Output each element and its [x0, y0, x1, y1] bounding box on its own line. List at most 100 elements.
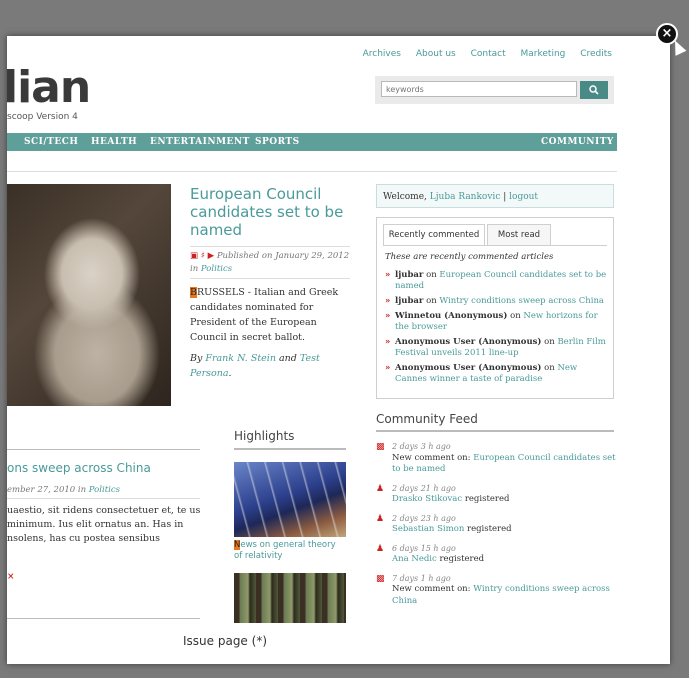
divider: [234, 448, 346, 450]
highlight-image[interactable]: [234, 573, 346, 623]
comment-author: Winnetou (Anonymous): [395, 311, 508, 321]
close-icon: ×: [661, 26, 673, 41]
user-icon: ♟: [376, 483, 385, 494]
divider: [7, 498, 200, 499]
feed-item: ♟ 6 days 15 h ago Ana Nedic registered: [376, 543, 616, 566]
double-arrow-icon: »: [385, 363, 391, 373]
search-button[interactable]: [580, 81, 608, 99]
feed-item: ♟ 2 days 23 h ago Sebastian Simon regist…: [376, 513, 616, 536]
hero-section-link[interactable]: Politics: [201, 264, 232, 274]
close-small-icon[interactable]: ×: [7, 572, 15, 582]
nav-item-community[interactable]: COMMUNITY: [541, 137, 614, 147]
feed-time: 6 days 15 h ago: [392, 543, 456, 553]
feed-item: ▩ 7 days 1 h ago New comment on: Wintry …: [376, 573, 616, 608]
comment-author: Anonymous User (Anonymous): [395, 363, 542, 373]
top-link-archives[interactable]: Archives: [363, 49, 401, 59]
feed-suffix: registered: [439, 554, 485, 564]
divider: [383, 245, 607, 246]
top-link-credits[interactable]: Credits: [580, 49, 612, 59]
top-links: Archives About us Contact Marketing Cred…: [351, 49, 612, 59]
search-input[interactable]: [381, 81, 577, 97]
user-icon: ♟: [376, 513, 385, 524]
tab-most-read[interactable]: Most read: [487, 224, 551, 245]
user-icon: ♟: [376, 543, 385, 554]
top-link-about[interactable]: About us: [416, 49, 456, 59]
highlights-title: Highlights: [234, 429, 295, 443]
on-text: on: [544, 337, 555, 347]
hero-body-text: RUSSELS - Italian and Greek candidates n…: [190, 287, 339, 343]
site-logo[interactable]: lian: [7, 66, 91, 110]
comment-icon: ▩: [376, 442, 385, 452]
welcome-text: Welcome,: [383, 192, 427, 202]
nav-item-health[interactable]: HEALTH: [91, 137, 137, 147]
article-link[interactable]: Wintry conditions sweep across China: [439, 296, 604, 306]
camera-icon: ▣: [190, 251, 199, 261]
divider: [190, 246, 350, 247]
double-arrow-icon: »: [385, 296, 391, 306]
divider: [7, 449, 200, 450]
byline-and: and: [278, 353, 297, 364]
on-text: on: [426, 270, 437, 280]
mouse-cursor-icon: [669, 38, 687, 56]
welcome-box: Welcome, Ljuba Rankovic | logout: [376, 184, 614, 208]
site-logo-subtitle: scoop Version 4: [7, 112, 78, 122]
list-item: » Anonymous User (Anonymous) on New Cann…: [385, 363, 607, 385]
comment-icon: ▩: [376, 573, 385, 584]
highlight-caption-text: ews on general theory of relativity: [234, 540, 336, 561]
feed-suffix: registered: [467, 524, 512, 534]
article-title[interactable]: ons sweep across China: [7, 461, 151, 475]
highlight-caption[interactable]: News on general theory of relativity: [234, 540, 346, 562]
top-link-contact[interactable]: Contact: [471, 49, 506, 59]
byline-end: .: [228, 368, 232, 379]
hero-byline: By Frank N. Stein and Test Persona.: [190, 351, 350, 381]
highlight-image-overlay: [234, 462, 346, 537]
divider: [190, 278, 350, 279]
nav-item-entertainment[interactable]: ENTERTAINMENT: [150, 137, 250, 147]
comment-author-link[interactable]: ljubar: [395, 296, 423, 306]
dropcap: B: [190, 287, 197, 298]
article-meta-text: ember 27, 2010 in: [7, 485, 87, 495]
on-text: on: [426, 296, 437, 306]
comment-author: Anonymous User (Anonymous): [395, 337, 542, 347]
feed-link[interactable]: Sebastian Simon: [392, 524, 464, 534]
top-link-marketing[interactable]: Marketing: [521, 49, 566, 59]
hero-body: BRUSSELS - Italian and Greek candidates …: [190, 285, 350, 345]
feed-link[interactable]: Drasko Stikovac: [392, 494, 462, 504]
divider: [376, 430, 614, 432]
feed-time: 2 days 23 h ago: [392, 513, 456, 523]
logout-link[interactable]: logout: [509, 192, 538, 202]
feed-time: 7 days 1 h ago: [392, 573, 451, 583]
tab-recently-commented[interactable]: Recently commented: [383, 224, 485, 246]
on-text: on: [544, 363, 555, 373]
nav-item-sports[interactable]: SPORTS: [255, 137, 300, 147]
main-nav: SCI/TECH HEALTH ENTERTAINMENT SPORTS COM…: [7, 133, 617, 151]
article-body: uaestio, sit ridens consectetuer et, te …: [7, 505, 201, 544]
article-section-link[interactable]: Politics: [89, 485, 120, 495]
on-text: on: [510, 311, 521, 321]
feed-link[interactable]: Ana Nedic: [392, 554, 437, 564]
double-arrow-icon: »: [385, 337, 391, 347]
separator: |: [503, 192, 507, 202]
divider: [7, 171, 617, 172]
nav-item-scitech[interactable]: SCI/TECH: [24, 137, 78, 147]
recent-intro: These are recently commented articles: [385, 252, 554, 262]
feed-item: ▩ 2 days 3 h ago New comment on: Europea…: [376, 441, 616, 476]
author-link[interactable]: Frank N. Stein: [205, 353, 276, 364]
feed-suffix: registered: [464, 494, 510, 504]
double-arrow-icon: »: [385, 311, 391, 321]
hero-meta: ▣ ♯ ▶ Published on January 29, 2012 in P…: [190, 250, 355, 276]
list-item: » ljubar on Wintry conditions sweep acro…: [385, 296, 607, 307]
list-item: » Winnetou (Anonymous) on New horizons f…: [385, 311, 607, 333]
modal-frame: lian scoop Version 4 Archives About us C…: [7, 36, 670, 664]
comment-author-link[interactable]: ljubar: [395, 270, 423, 280]
feed-time: 2 days 3 h ago: [392, 442, 451, 451]
user-link[interactable]: Ljuba Rankovic: [430, 192, 501, 202]
hero-image[interactable]: [7, 184, 171, 406]
community-feed-title: Community Feed: [376, 412, 478, 426]
search-box: [375, 76, 614, 104]
double-arrow-icon: »: [385, 270, 391, 280]
hero-title[interactable]: European Council candidates set to be na…: [190, 185, 350, 239]
list-item: » Anonymous User (Anonymous) on Berlin F…: [385, 337, 607, 359]
feed-time: 2 days 21 h ago: [392, 483, 456, 493]
comments-box: Recently commented Most read These are r…: [376, 217, 614, 399]
